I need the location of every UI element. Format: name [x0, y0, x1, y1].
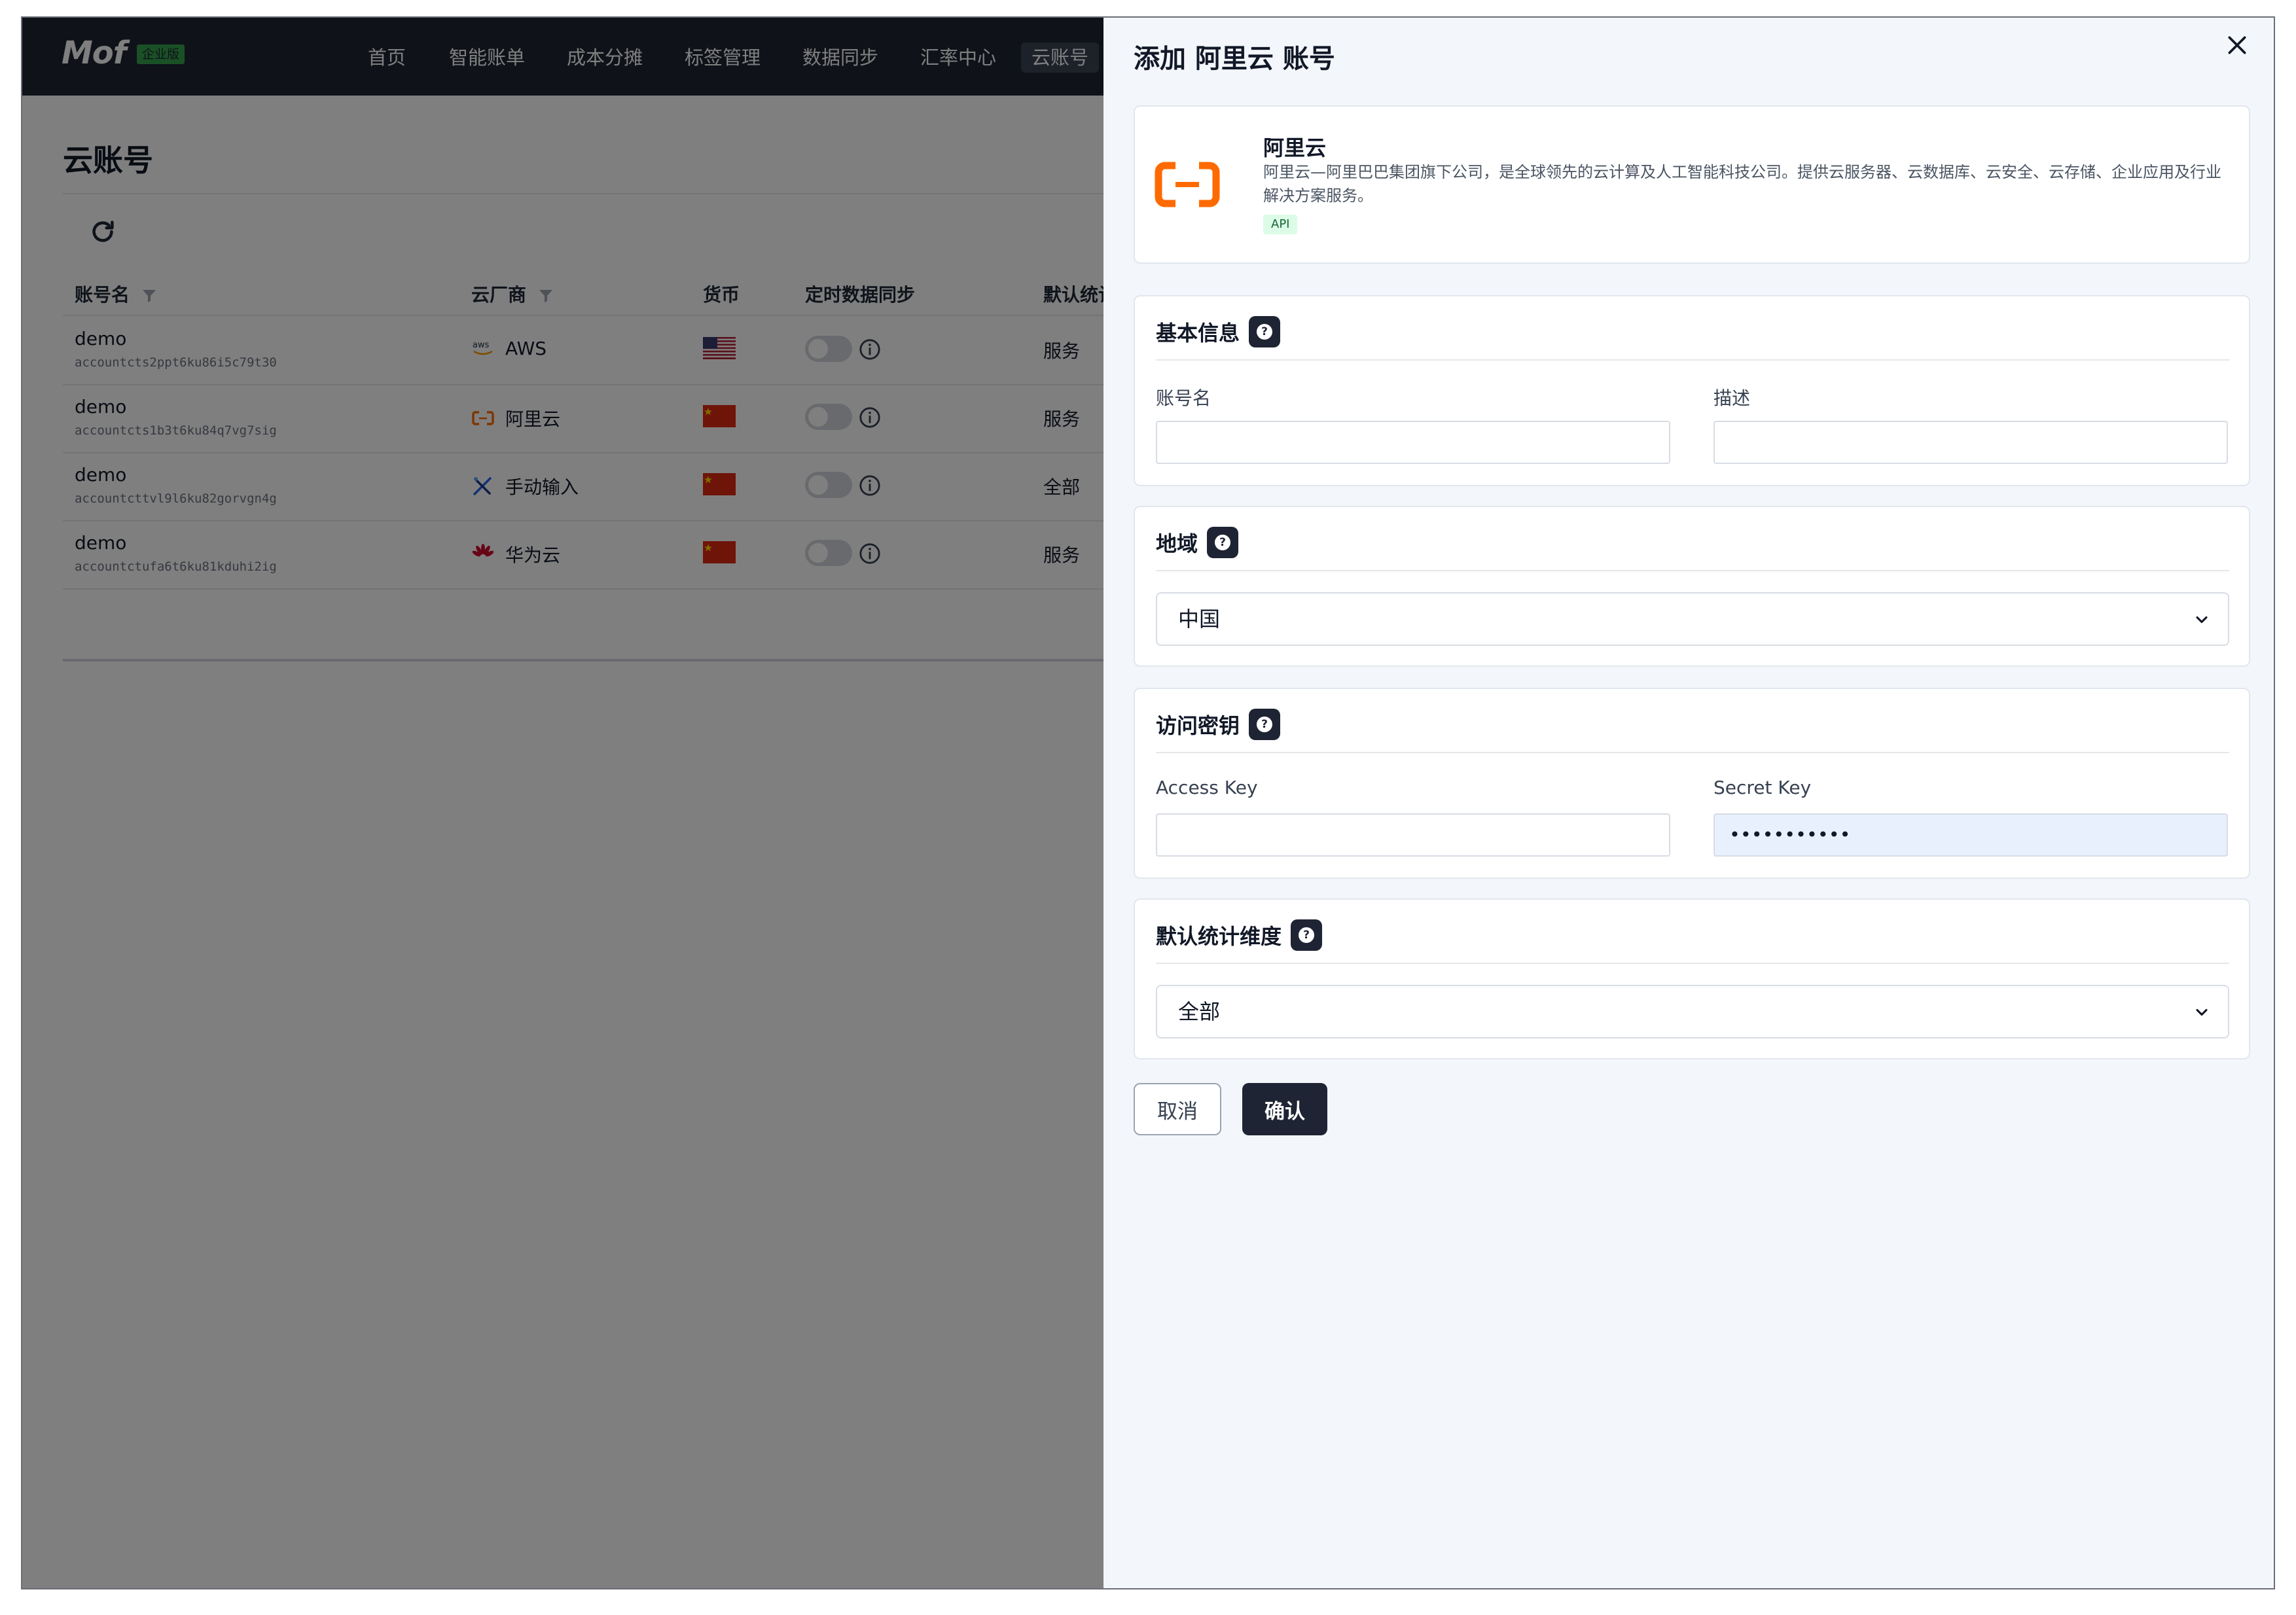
basic-info-card: 基本信息 ? 账号名 描述 [1134, 295, 2250, 486]
account-name-label: 账号名 [1156, 387, 1211, 409]
account-name-input[interactable] [1156, 421, 1670, 464]
basic-info-title: 基本信息 ? [1156, 316, 1281, 347]
aliyun-logo-icon [1155, 162, 1220, 207]
access-key-input[interactable] [1156, 813, 1670, 857]
divider [1156, 570, 2229, 571]
close-icon[interactable] [2224, 32, 2250, 58]
access-key-label: Access Key [1156, 777, 1258, 798]
access-key-title: 访问密钥 ? [1156, 709, 1281, 740]
region-card: 地域 ? 中国 [1134, 506, 2250, 667]
chevron-down-icon [2196, 1008, 2208, 1016]
provider-card: 阿里云 阿里云—阿里巴巴集团旗下公司，是全球领先的云计算及人工智能科技公司。提供… [1134, 105, 2250, 264]
provider-description: 阿里云—阿里巴巴集团旗下公司，是全球领先的云计算及人工智能科技公司。提供云服务器… [1263, 163, 2221, 205]
secret-key-input[interactable]: ••••••••••• [1713, 813, 2228, 857]
help-icon[interactable]: ? [1249, 316, 1281, 347]
chevron-down-icon [2196, 616, 2208, 624]
region-select[interactable]: 中国 [1156, 592, 2229, 646]
secret-key-label: Secret Key [1713, 777, 1812, 798]
confirm-button[interactable]: 确认 [1242, 1083, 1327, 1135]
default-dimension-card: 默认统计维度 ? 全部 [1134, 898, 2250, 1059]
help-icon[interactable]: ? [1249, 709, 1281, 740]
description-input[interactable] [1713, 421, 2228, 464]
default-dimension-select[interactable]: 全部 [1156, 985, 2229, 1038]
provider-name: 阿里云 [1263, 135, 1327, 160]
cancel-button[interactable]: 取消 [1134, 1083, 1221, 1135]
description-label: 描述 [1713, 387, 1751, 409]
add-account-drawer: 添加 阿里云 账号 阿里云 阿里云—阿里巴巴集团旗下公司，是全球领先的云计算及人… [1103, 18, 2274, 1588]
access-key-card: 访问密钥 ? Access Key Secret Key ••••••••••• [1134, 688, 2250, 879]
help-icon[interactable]: ? [1291, 919, 1323, 951]
divider [1156, 963, 2229, 964]
default-dimension-title: 默认统计维度 ? [1156, 919, 1323, 951]
divider [1156, 359, 2229, 361]
drawer-title: 添加 阿里云 账号 [1134, 44, 1335, 74]
browser-frame: Mof 企业版 首页 智能账单 成本分摊 标签管理 数据同步 汇率中心 云账号 … [21, 16, 2275, 1589]
region-title: 地域 ? [1156, 527, 1239, 558]
api-badge: API [1263, 215, 1298, 234]
divider [1156, 752, 2229, 753]
help-icon[interactable]: ? [1207, 527, 1239, 558]
